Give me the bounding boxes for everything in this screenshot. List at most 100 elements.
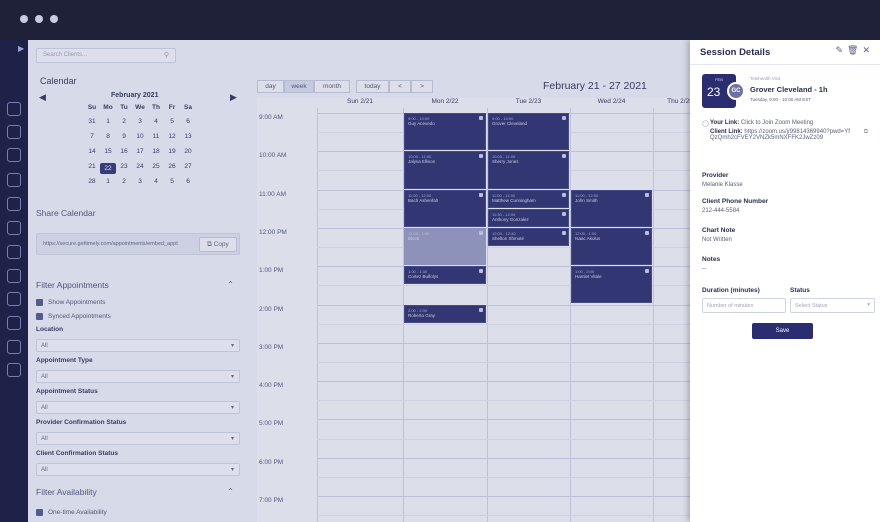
appointment-event[interactable]: 1:00 - 1:30 Cortez Bulfolys bbox=[404, 266, 486, 285]
appointment-event[interactable]: 12:00 - 12:30 Shelton Shmoté bbox=[488, 227, 569, 247]
appointment-event[interactable]: 10:00 - 11:00 Sherry Jones bbox=[488, 151, 569, 189]
mini-day[interactable]: 15 bbox=[100, 148, 116, 155]
settings-icon[interactable] bbox=[7, 363, 21, 377]
mini-day[interactable]: 19 bbox=[164, 148, 180, 155]
users-icon[interactable] bbox=[7, 340, 21, 354]
mini-day[interactable]: 28 bbox=[84, 178, 100, 185]
filter-select[interactable]: All ▾ bbox=[36, 370, 240, 383]
mini-day[interactable]: 6 bbox=[180, 178, 196, 185]
mini-day[interactable]: 22 bbox=[100, 163, 116, 174]
copy-link-icon[interactable]: ⧉ bbox=[864, 129, 868, 136]
appointment-event[interactable]: 10:00 - 11:00 Jalysa Ellison bbox=[404, 151, 486, 189]
appointment-event[interactable]: 2:00 - 2:30 Roberto Gray bbox=[404, 304, 486, 323]
mini-day[interactable]: 8 bbox=[100, 133, 116, 140]
home-icon[interactable] bbox=[7, 102, 21, 116]
mini-day[interactable]: 4 bbox=[148, 178, 164, 185]
reports-icon[interactable] bbox=[7, 316, 21, 330]
mini-day[interactable]: 31 bbox=[84, 118, 100, 125]
mini-day[interactable]: 23 bbox=[116, 163, 132, 170]
checkbox[interactable] bbox=[36, 299, 43, 306]
phone-value: 212-444-5584 bbox=[702, 208, 740, 214]
mini-day[interactable]: 26 bbox=[164, 163, 180, 170]
status-select[interactable]: Select Status ▾ bbox=[790, 298, 875, 313]
mini-day[interactable]: 20 bbox=[180, 148, 196, 155]
half-hour-line bbox=[317, 323, 690, 325]
notes-label: Notes bbox=[702, 256, 721, 263]
checkbox[interactable] bbox=[36, 509, 43, 516]
mini-day[interactable]: 2 bbox=[116, 118, 132, 125]
chevron-right-icon[interactable]: ▶ bbox=[18, 44, 24, 53]
save-button[interactable]: Save bbox=[752, 323, 813, 339]
appointment-event[interactable]: 12:00 - 1:00 Block bbox=[404, 227, 486, 266]
mini-prev-icon[interactable]: ◀ bbox=[39, 92, 46, 103]
clipboard-icon[interactable] bbox=[7, 269, 21, 283]
mini-next-icon[interactable]: ▶ bbox=[230, 92, 237, 103]
mini-day[interactable]: 3 bbox=[132, 178, 148, 185]
building-icon[interactable] bbox=[7, 173, 21, 187]
mini-day[interactable]: 4 bbox=[148, 118, 164, 125]
filter-select[interactable]: All ▾ bbox=[36, 432, 240, 445]
mini-day[interactable]: 1 bbox=[100, 178, 116, 185]
mini-day[interactable]: 10 bbox=[132, 133, 148, 140]
appointment-event[interactable]: 12:00 - 1:00 Isaac Akolus bbox=[571, 227, 652, 266]
mini-day[interactable]: 12 bbox=[164, 133, 180, 140]
appointment-event[interactable]: 1:00 - 2:00 Hamlet Vitale bbox=[571, 266, 652, 304]
next-week-button[interactable]: > bbox=[411, 80, 433, 93]
mini-day[interactable]: 3 bbox=[132, 118, 148, 125]
chevron-up-icon[interactable]: ⌃ bbox=[227, 487, 234, 496]
appointment-event[interactable]: 11:30 - 12:00 Anthony Gonzalez bbox=[488, 208, 569, 227]
view-month-button[interactable]: month bbox=[314, 80, 350, 93]
mini-day[interactable]: 5 bbox=[164, 118, 180, 125]
filter-select[interactable]: All ▾ bbox=[36, 339, 240, 352]
mini-day[interactable]: 14 bbox=[84, 148, 100, 155]
checkbox[interactable] bbox=[36, 313, 43, 320]
mini-day[interactable]: 25 bbox=[148, 163, 164, 170]
appointment-event[interactable]: 11:00 - 12:00 Bach Ashenfalt bbox=[404, 189, 486, 227]
duration-input[interactable]: Number of minutes bbox=[702, 298, 786, 313]
appointment-event[interactable]: 11:00 - 12:00 John Smith bbox=[571, 189, 652, 227]
mini-day[interactable]: 18 bbox=[148, 148, 164, 155]
clients-icon[interactable] bbox=[7, 197, 21, 211]
mini-day[interactable]: 16 bbox=[116, 148, 132, 155]
billing-icon[interactable] bbox=[7, 245, 21, 259]
appointment-event[interactable]: 9:00 - 10:00 Guy Acevedo bbox=[404, 113, 486, 151]
messages-icon[interactable] bbox=[7, 148, 21, 162]
checkbox-label: Show Appointments bbox=[48, 299, 106, 306]
mini-day[interactable]: 7 bbox=[84, 133, 100, 140]
mini-day[interactable]: 27 bbox=[180, 163, 196, 170]
chevron-down-icon: ▾ bbox=[230, 405, 234, 411]
filter-select[interactable]: All ▾ bbox=[36, 401, 240, 414]
window-dot-icon bbox=[20, 15, 28, 23]
view-day-button[interactable]: day bbox=[257, 80, 284, 93]
trash-icon[interactable]: 🗑 bbox=[847, 45, 862, 55]
mini-day[interactable]: 11 bbox=[148, 133, 164, 140]
copy-button[interactable]: ⧉ Copy bbox=[199, 237, 237, 252]
mini-day[interactable]: 2 bbox=[116, 178, 132, 185]
search-nav-icon[interactable] bbox=[7, 125, 21, 139]
filter-select[interactable]: All ▾ bbox=[36, 463, 240, 476]
close-icon[interactable]: ✕ bbox=[862, 45, 874, 55]
mini-day[interactable]: 24 bbox=[132, 163, 148, 170]
mini-day[interactable]: 21 bbox=[84, 163, 100, 170]
calendar-nav-icon[interactable] bbox=[7, 221, 21, 235]
search-input[interactable]: Search Clients... ⚲ bbox=[36, 48, 176, 63]
view-week-button[interactable]: week bbox=[284, 80, 314, 93]
team-icon[interactable] bbox=[7, 292, 21, 306]
prev-week-button[interactable]: < bbox=[389, 80, 411, 93]
today-button[interactable]: today bbox=[356, 80, 389, 93]
your-link[interactable]: Click to Join Zoom Meeting bbox=[741, 120, 813, 126]
share-url-field[interactable]: https://secure.gettimely.com/appointment… bbox=[36, 233, 240, 255]
chart-note-value[interactable]: Not Written bbox=[702, 237, 732, 243]
time-label: 12:00 PM bbox=[259, 228, 287, 236]
mini-day[interactable]: 17 bbox=[132, 148, 148, 155]
mini-day[interactable]: 13 bbox=[180, 133, 196, 140]
chevron-up-icon[interactable]: ⌃ bbox=[227, 280, 234, 289]
client-name[interactable]: Grover Cleveland - 1h bbox=[750, 85, 828, 94]
mini-day[interactable]: 9 bbox=[116, 133, 132, 140]
mini-day[interactable]: 1 bbox=[100, 118, 116, 125]
appointment-event[interactable]: 11:00 - 11:30 Matthew Cunningham bbox=[488, 189, 569, 208]
mini-day[interactable]: 6 bbox=[180, 118, 196, 125]
mini-day[interactable]: 5 bbox=[164, 178, 180, 185]
edit-icon[interactable]: ✎ bbox=[835, 45, 847, 55]
appointment-event[interactable]: 9:00 - 10:00 Grover Cleveland bbox=[488, 113, 569, 151]
